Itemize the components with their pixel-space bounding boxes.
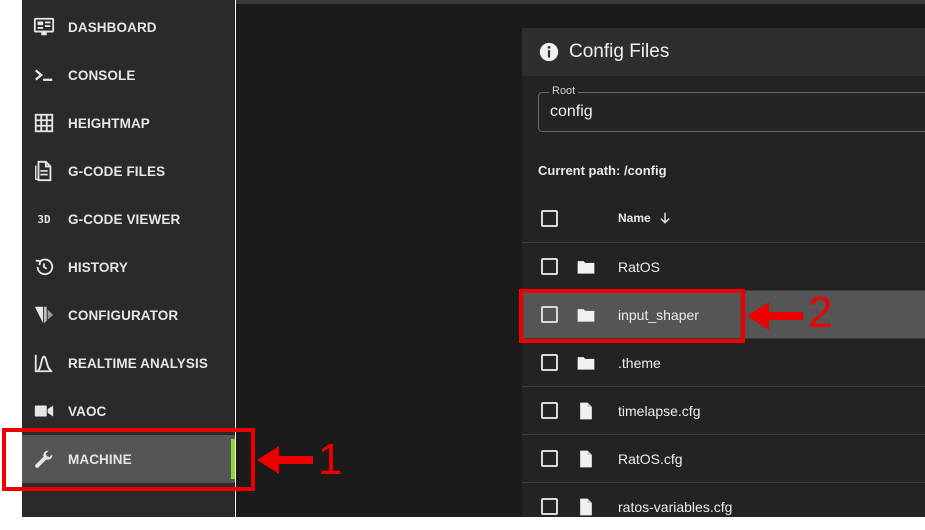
row-name: RatOS [618,258,661,275]
video-camera-icon [32,399,56,423]
folder-icon [576,257,596,277]
file-icon [576,401,596,421]
annotation-box-input-shaper [519,289,745,343]
sidebar-item-console[interactable]: CONSOLE [22,51,235,99]
root-select[interactable]: Root config [538,85,925,132]
column-name[interactable]: Name [618,211,651,225]
sidebar-item-heightmap[interactable]: HEIGHTMAP [22,99,235,147]
3d-glyph: 3D [37,212,51,226]
chart-bell-curve-icon [32,351,56,375]
panel-title: Config Files [569,41,670,62]
annotation-arrow-2 [747,302,803,330]
history-icon [32,255,56,279]
sidebar-item-label: CONFIGURATOR [68,307,179,323]
sidebar-item-label: CONSOLE [68,67,136,83]
sidebar-item-label: HISTORY [68,259,128,275]
table-row[interactable]: timelapse.cfg [522,386,925,434]
ratos-logo-icon [32,303,56,327]
console-icon [32,63,56,87]
table-header: Name [522,194,925,242]
row-name: .theme [618,354,661,371]
panel-header: Config Files [522,28,925,76]
table-row[interactable]: RatOS [522,242,925,290]
annotation-box-machine [2,428,255,491]
file-document-icon [32,159,56,183]
table-row[interactable]: ratos-variables.cfg [522,482,925,530]
table-row[interactable]: .theme [522,338,925,386]
current-path: Current path: /config [538,163,667,178]
sidebar-item-label: HEIGHTMAP [68,115,150,131]
app-window: DASHBOARD CONSOLE HEIGHTMAP G-CODE FILES [0,0,925,517]
sidebar-item-gcode-viewer[interactable]: 3D G-CODE VIEWER [22,195,235,243]
arrow-down-icon[interactable] [658,211,672,225]
sidebar-item-label: G-CODE VIEWER [68,211,181,227]
file-icon [576,449,596,469]
annotation-label-2: 2 [808,288,833,337]
row-name: RatOS.cfg [618,450,683,467]
sidebar-item-history[interactable]: HISTORY [22,243,235,291]
grid-icon [32,111,56,135]
sidebar-item-dashboard[interactable]: DASHBOARD [22,3,235,51]
sidebar-item-gcode-files[interactable]: G-CODE FILES [22,147,235,195]
row-checkbox[interactable] [541,258,558,275]
annotation-label-1: 1 [318,435,343,484]
row-checkbox[interactable] [541,450,558,467]
select-all-checkbox[interactable] [541,209,558,227]
info-icon [538,41,560,63]
row-name: timelapse.cfg [618,402,701,419]
table-row[interactable]: RatOS.cfg [522,434,925,482]
row-checkbox[interactable] [541,498,558,515]
root-label: Root [549,85,579,97]
row-checkbox[interactable] [541,402,558,419]
sidebar-item-configurator[interactable]: CONFIGURATOR [22,291,235,339]
sidebar-item-label: VAOC [68,403,107,419]
row-name: ratos-variables.cfg [618,498,733,515]
annotation-arrow-1 [257,446,313,474]
root-value: config [550,103,593,120]
folder-icon [576,353,596,373]
monitor-dashboard-icon [32,15,56,39]
sidebar-item-label: REALTIME ANALYSIS [68,355,208,371]
sidebar-item-realtime-analysis[interactable]: REALTIME ANALYSIS [22,339,235,387]
file-icon [576,497,596,517]
sidebar-item-label: G-CODE FILES [68,163,166,179]
sidebar-item-label: DASHBOARD [68,19,157,35]
3d-icon: 3D [32,207,56,231]
top-bar [236,0,925,4]
config-files-panel: Config Files Root config Current path: /… [522,28,925,517]
row-checkbox[interactable] [541,354,558,371]
